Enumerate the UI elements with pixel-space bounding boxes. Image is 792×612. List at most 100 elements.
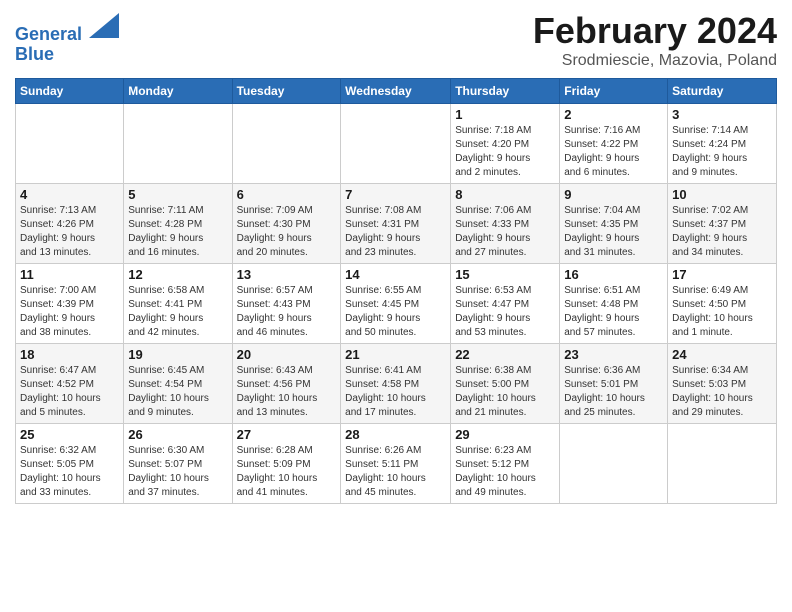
calendar-cell: 23 Sunrise: 6:36 AMSunset: 5:01 PMDayligh… [560, 344, 668, 424]
day-info: Sunrise: 6:49 AMSunset: 4:50 PMDaylight:… [672, 284, 772, 340]
day-of-week-wednesday: Wednesday [341, 79, 451, 104]
day-info: Sunrise: 7:02 AMSunset: 4:37 PMDaylight:… [672, 204, 772, 260]
calendar-cell: 8 Sunrise: 7:06 AMSunset: 4:33 PMDaylight… [451, 184, 560, 264]
day-info: Sunrise: 7:08 AMSunset: 4:31 PMDaylight:… [345, 204, 446, 260]
calendar-cell: 15 Sunrise: 6:53 AMSunset: 4:47 PMDayligh… [451, 264, 560, 344]
day-number: 27 [237, 427, 337, 442]
day-info: Sunrise: 7:00 AMSunset: 4:39 PMDaylight:… [20, 284, 119, 340]
day-of-week-tuesday: Tuesday [232, 79, 341, 104]
calendar-cell: 21 Sunrise: 6:41 AMSunset: 4:58 PMDayligh… [341, 344, 451, 424]
day-number: 8 [455, 187, 555, 202]
calendar-week-4: 18Sunrise: 6:47 AMSunset: 4:52 PMDayligh… [16, 344, 777, 424]
calendar-subtitle: Srodmiescie, Mazovia, Poland [533, 52, 777, 70]
calendar-cell: 22 Sunrise: 6:38 AMSunset: 5:00 PMDayligh… [451, 344, 560, 424]
day-info: Sunrise: 7:04 AMSunset: 4:35 PMDaylight:… [564, 204, 663, 260]
calendar-cell [560, 424, 668, 504]
calendar-cell: 19Sunrise: 6:45 AMSunset: 4:54 PMDayligh… [124, 344, 232, 424]
day-number: 20 [237, 347, 337, 362]
calendar-cell: 6 Sunrise: 7:09 AMSunset: 4:30 PMDaylight… [232, 184, 341, 264]
day-number: 12 [128, 267, 227, 282]
calendar-cell: 7 Sunrise: 7:08 AMSunset: 4:31 PMDaylight… [341, 184, 451, 264]
day-info: Sunrise: 7:09 AMSunset: 4:30 PMDaylight:… [237, 204, 337, 260]
calendar-cell [668, 424, 777, 504]
day-number: 16 [564, 267, 663, 282]
day-number: 18 [20, 347, 119, 362]
day-number: 29 [455, 427, 555, 442]
day-info: Sunrise: 6:55 AMSunset: 4:45 PMDaylight:… [345, 284, 446, 340]
logo-blue: Blue [15, 44, 54, 64]
calendar-cell [341, 104, 451, 184]
calendar-cell: 1 Sunrise: 7:18 AMSunset: 4:20 PMDaylight… [451, 104, 560, 184]
calendar-cell: 20 Sunrise: 6:43 AMSunset: 4:56 PMDayligh… [232, 344, 341, 424]
day-number: 4 [20, 187, 119, 202]
calendar-week-1: 1 Sunrise: 7:18 AMSunset: 4:20 PMDaylight… [16, 104, 777, 184]
title-area: February 2024 Srodmiescie, Mazovia, Pola… [533, 10, 777, 70]
day-info: Sunrise: 6:51 AMSunset: 4:48 PMDaylight:… [564, 284, 663, 340]
day-info: Sunrise: 6:53 AMSunset: 4:47 PMDaylight:… [455, 284, 555, 340]
day-of-week-saturday: Saturday [668, 79, 777, 104]
calendar-table: SundayMondayTuesdayWednesdayThursdayFrid… [15, 78, 777, 504]
logo: General Blue [15, 15, 119, 65]
day-number: 13 [237, 267, 337, 282]
day-number: 24 [672, 347, 772, 362]
day-info: Sunrise: 6:58 AMSunset: 4:41 PMDaylight:… [128, 284, 227, 340]
day-number: 3 [672, 107, 772, 122]
day-info: Sunrise: 7:06 AMSunset: 4:33 PMDaylight:… [455, 204, 555, 260]
day-number: 7 [345, 187, 446, 202]
day-number: 2 [564, 107, 663, 122]
calendar-cell: 26Sunrise: 6:30 AMSunset: 5:07 PMDayligh… [124, 424, 232, 504]
calendar-cell: 16 Sunrise: 6:51 AMSunset: 4:48 PMDayligh… [560, 264, 668, 344]
calendar-cell: 18Sunrise: 6:47 AMSunset: 4:52 PMDayligh… [16, 344, 124, 424]
calendar-cell: 29Sunrise: 6:23 AMSunset: 5:12 PMDayligh… [451, 424, 560, 504]
day-number: 14 [345, 267, 446, 282]
day-of-week-friday: Friday [560, 79, 668, 104]
calendar-cell: 2 Sunrise: 7:16 AMSunset: 4:22 PMDaylight… [560, 104, 668, 184]
calendar-cell [124, 104, 232, 184]
calendar-cell: 14 Sunrise: 6:55 AMSunset: 4:45 PMDayligh… [341, 264, 451, 344]
calendar-cell: 28 Sunrise: 6:26 AMSunset: 5:11 PMDayligh… [341, 424, 451, 504]
calendar-week-5: 25 Sunrise: 6:32 AMSunset: 5:05 PMDayligh… [16, 424, 777, 504]
calendar-cell: 10Sunrise: 7:02 AMSunset: 4:37 PMDayligh… [668, 184, 777, 264]
calendar-cell: 9 Sunrise: 7:04 AMSunset: 4:35 PMDaylight… [560, 184, 668, 264]
day-number: 23 [564, 347, 663, 362]
day-of-week-thursday: Thursday [451, 79, 560, 104]
calendar-week-2: 4 Sunrise: 7:13 AMSunset: 4:26 PMDaylight… [16, 184, 777, 264]
day-info: Sunrise: 6:36 AMSunset: 5:01 PMDaylight:… [564, 364, 663, 420]
day-info: Sunrise: 7:16 AMSunset: 4:22 PMDaylight:… [564, 124, 663, 180]
day-info: Sunrise: 7:11 AMSunset: 4:28 PMDaylight:… [128, 204, 227, 260]
day-info: Sunrise: 6:43 AMSunset: 4:56 PMDaylight:… [237, 364, 337, 420]
calendar-title: February 2024 [533, 10, 777, 52]
day-of-week-monday: Monday [124, 79, 232, 104]
calendar-cell [232, 104, 341, 184]
day-info: Sunrise: 7:18 AMSunset: 4:20 PMDaylight:… [455, 124, 555, 180]
calendar-cell: 3Sunrise: 7:14 AMSunset: 4:24 PMDaylight… [668, 104, 777, 184]
calendar-cell: 12 Sunrise: 6:58 AMSunset: 4:41 PMDayligh… [124, 264, 232, 344]
calendar-header-row: SundayMondayTuesdayWednesdayThursdayFrid… [16, 79, 777, 104]
day-number: 11 [20, 267, 119, 282]
day-number: 17 [672, 267, 772, 282]
day-number: 9 [564, 187, 663, 202]
day-number: 5 [128, 187, 227, 202]
logo-icon [89, 13, 119, 38]
day-info: Sunrise: 6:26 AMSunset: 5:11 PMDaylight:… [345, 444, 446, 500]
day-number: 25 [20, 427, 119, 442]
day-info: Sunrise: 6:57 AMSunset: 4:43 PMDaylight:… [237, 284, 337, 340]
calendar-cell: 27 Sunrise: 6:28 AMSunset: 5:09 PMDayligh… [232, 424, 341, 504]
logo-general: General [15, 24, 82, 44]
calendar-cell: 13 Sunrise: 6:57 AMSunset: 4:43 PMDayligh… [232, 264, 341, 344]
calendar-cell: 25 Sunrise: 6:32 AMSunset: 5:05 PMDayligh… [16, 424, 124, 504]
calendar-cell [16, 104, 124, 184]
day-number: 21 [345, 347, 446, 362]
day-info: Sunrise: 6:28 AMSunset: 5:09 PMDaylight:… [237, 444, 337, 500]
day-info: Sunrise: 6:38 AMSunset: 5:00 PMDaylight:… [455, 364, 555, 420]
day-number: 22 [455, 347, 555, 362]
day-info: Sunrise: 6:32 AMSunset: 5:05 PMDaylight:… [20, 444, 119, 500]
day-number: 28 [345, 427, 446, 442]
day-info: Sunrise: 6:45 AMSunset: 4:54 PMDaylight:… [128, 364, 227, 420]
day-number: 6 [237, 187, 337, 202]
day-info: Sunrise: 6:41 AMSunset: 4:58 PMDaylight:… [345, 364, 446, 420]
day-info: Sunrise: 7:13 AMSunset: 4:26 PMDaylight:… [20, 204, 119, 260]
day-info: Sunrise: 6:34 AMSunset: 5:03 PMDaylight:… [672, 364, 772, 420]
day-number: 1 [455, 107, 555, 122]
day-number: 15 [455, 267, 555, 282]
